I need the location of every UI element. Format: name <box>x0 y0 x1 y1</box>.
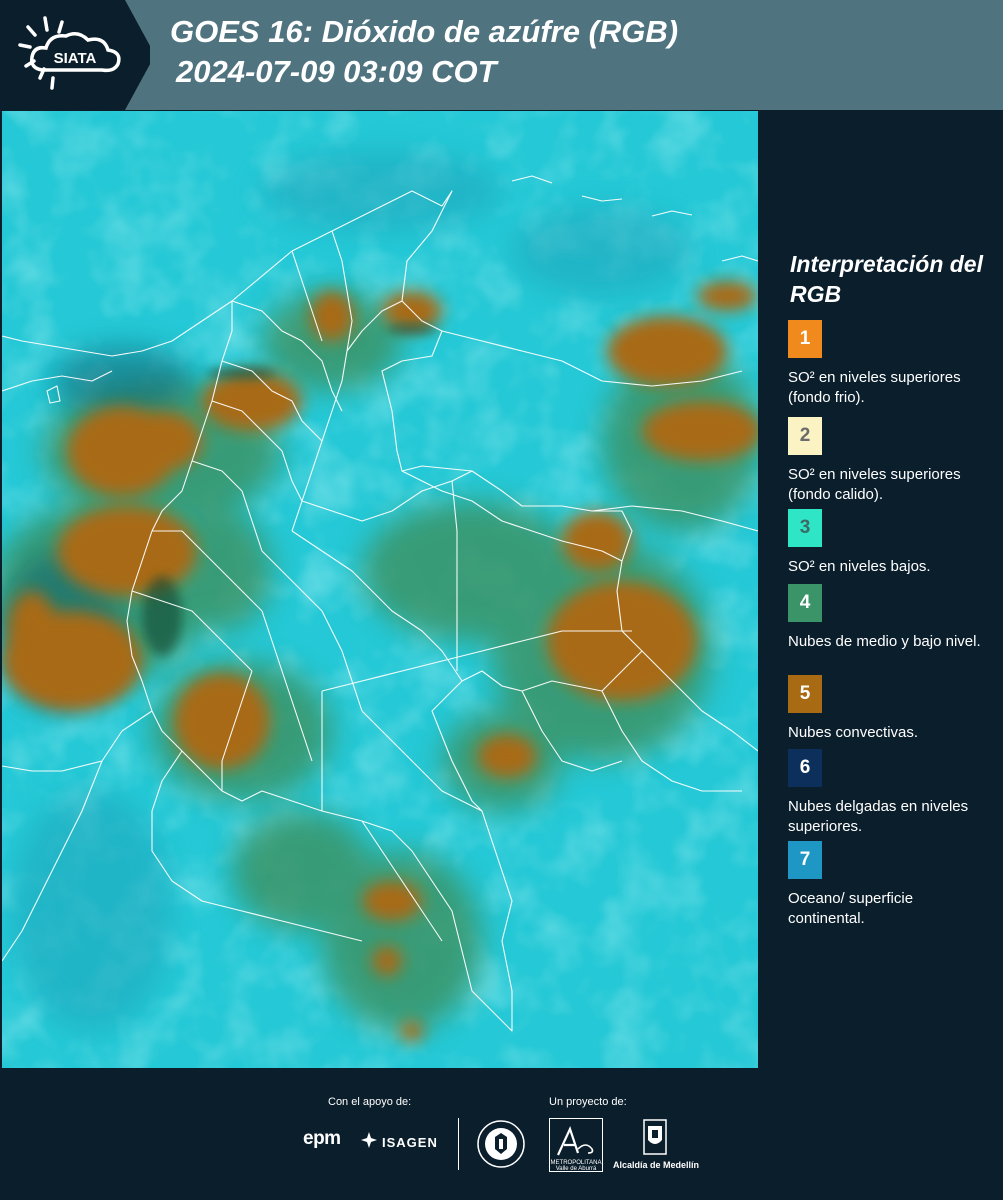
legend-swatch-7: 7 <box>788 841 822 879</box>
siata-logo-text: SIATA <box>54 50 97 67</box>
legend-label-4: Nubes de medio y bajo nivel. <box>788 633 981 650</box>
alcaldia-shield-icon <box>643 1119 667 1155</box>
legend-swatch-6: 6 <box>788 749 822 787</box>
legend-item-3: 3 SO² en niveles bajos. <box>788 509 993 577</box>
legend-item-5: 5 Nubes convectivas. <box>788 675 993 743</box>
legend-item-4: 4 Nubes de medio y bajo nivel. <box>788 584 993 652</box>
legend-label-6: Nubes delgadas en niveles superiores. <box>788 798 969 835</box>
legend-label-2: SO² en niveles superiores (fondo calido)… <box>788 466 961 503</box>
support-label: Con el apoyo de: <box>328 1096 412 1108</box>
legend-swatch-5: 5 <box>788 675 822 713</box>
satellite-map <box>2 111 758 1068</box>
legend-label-3: SO² en niveles bajos. <box>788 558 931 575</box>
timestamp: 2024-07-09 03:09 COT <box>176 54 497 89</box>
legend-title: Interpretación del RGB <box>790 251 983 307</box>
area-metropolitana-text: METROPOLITANA Valle de Aburrá <box>550 1160 602 1172</box>
legend-label-5: Nubes convectivas. <box>788 724 919 741</box>
legend-label-7: Oceano/ superficie continental. <box>788 890 914 927</box>
footer: Con el apoyo de: Un proyecto de: epm ISA… <box>0 1068 1003 1200</box>
legend-swatch-2: 2 <box>788 417 822 455</box>
isagen-logo: ISAGEN <box>382 1135 438 1150</box>
legend-item-7: 7 Oceano/ superficie continental. <box>788 841 993 929</box>
project-label: Un proyecto de: <box>549 1096 627 1108</box>
legend-item-1: 1 SO² en niveles superiores (fondo frio)… <box>788 320 993 408</box>
siata-logo: SIATA <box>0 0 150 110</box>
legend-swatch-4: 4 <box>788 584 822 622</box>
legend-swatch-1: 1 <box>788 320 822 358</box>
legend-item-6: 6 Nubes delgadas en niveles superiores. <box>788 749 993 837</box>
page-title: GOES 16: Dióxido de azúfre (RGB) <box>170 14 679 49</box>
isagen-icon <box>361 1132 377 1148</box>
legend-swatch-3: 3 <box>788 509 822 547</box>
epm-logo: epm <box>303 1128 341 1149</box>
medellin-seal-icon <box>477 1120 525 1168</box>
legend-panel: Interpretación del RGB 1 SO² en niveles … <box>760 111 1003 1068</box>
header: SIATA GOES 16: Dióxido de azúfre (RGB) 2… <box>0 0 1003 110</box>
alcaldia-logo-text: Alcaldía de Medellín <box>613 1160 700 1170</box>
footer-divider <box>458 1118 459 1170</box>
legend-label-1: SO² en niveles superiores (fondo frio). <box>788 369 961 406</box>
legend-item-2: 2 SO² en niveles superiores (fondo calid… <box>788 417 993 505</box>
